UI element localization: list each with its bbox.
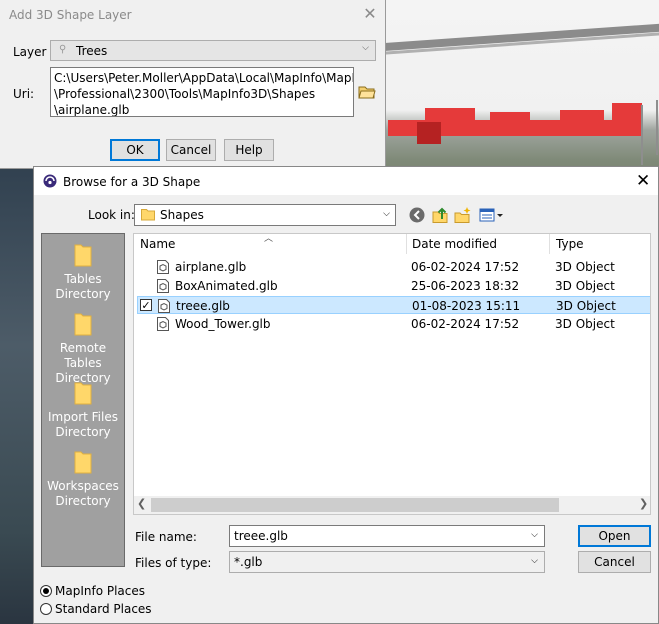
place-label: Tables: [64, 272, 102, 286]
chevron-down-icon: ⌵: [362, 43, 369, 53]
standard-places-label[interactable]: Standard Places: [55, 602, 152, 616]
look-in-value: Shapes: [160, 208, 204, 222]
close-icon[interactable]: ✕: [362, 6, 378, 22]
add-3d-shape-layer-dialog: Add 3D Shape Layer ✕ Layer ⚲ Trees ⌵ Uri…: [0, 0, 386, 169]
cancel-button[interactable]: Cancel: [578, 551, 651, 573]
scene-building: [560, 110, 604, 136]
scene-pole: [641, 105, 643, 165]
file-type-value: *.glb: [234, 555, 263, 569]
chevron-down-icon: ⌵: [531, 556, 538, 566]
file-name: BoxAnimated.glb: [175, 279, 278, 293]
back-icon[interactable]: [408, 206, 426, 224]
file-name-value: treee.glb: [234, 529, 288, 543]
place-label: Directory: [55, 494, 111, 508]
place-tables-directory[interactable]: Tables Directory: [42, 242, 124, 302]
scroll-right-icon[interactable]: ❯: [639, 497, 648, 510]
uri-label: Uri:: [13, 87, 35, 101]
place-import-files-directory[interactable]: Import Files Directory: [42, 380, 124, 440]
file-row-wood-tower[interactable]: Wood_Tower.glb 06-02-2024 17:52 3D Objec…: [137, 315, 650, 333]
file-type: 3D Object: [555, 260, 615, 274]
look-in-label: Look in:: [88, 208, 135, 222]
file-name-label: File name:: [135, 530, 197, 544]
chevron-down-icon: ⌵: [383, 209, 390, 219]
horizontal-scrollbar[interactable]: ❮ ❯: [134, 496, 650, 514]
place-label: Workspaces: [47, 479, 119, 493]
column-header-date[interactable]: Date modified: [412, 234, 497, 254]
folder-icon: [74, 244, 92, 267]
file-3d-icon: [157, 260, 169, 274]
column-divider[interactable]: [549, 234, 550, 254]
mapinfo-places-radio[interactable]: [40, 585, 52, 597]
cancel-button[interactable]: Cancel: [166, 139, 216, 161]
help-button[interactable]: Help: [224, 139, 274, 161]
folder-icon: [74, 451, 92, 474]
file-name: treee.glb: [176, 299, 230, 313]
folder-icon: [141, 209, 155, 221]
file-date: 25-06-2023 18:32: [411, 279, 520, 293]
file-row-treee[interactable]: ✓ treee.glb 01-08-2023 15:11 3D Object: [137, 296, 650, 314]
standard-places-radio[interactable]: [40, 603, 52, 615]
folder-icon: [74, 313, 92, 336]
close-icon[interactable]: ✕: [636, 173, 650, 190]
open-folder-icon[interactable]: [358, 83, 376, 101]
up-folder-icon[interactable]: [431, 206, 449, 224]
file-type: 3D Object: [555, 317, 615, 331]
file-name-input[interactable]: treee.glb ⌵: [229, 525, 545, 547]
file-3d-icon: [158, 299, 170, 313]
file-list[interactable]: ︿ Name Date modified Type airplane.glb 0…: [133, 233, 651, 515]
place-workspaces-directory[interactable]: Workspaces Directory: [42, 449, 124, 509]
place-remote-tables-directory[interactable]: Remote Tables Directory: [42, 311, 124, 386]
place-label: Directory: [55, 287, 111, 301]
row-checkbox[interactable]: ✓: [140, 299, 152, 311]
new-folder-icon[interactable]: [454, 206, 472, 224]
browse-3d-shape-dialog: Browse for a 3D Shape ✕ Look in: Shapes …: [33, 166, 659, 624]
chevron-down-icon[interactable]: ⌵: [531, 530, 538, 540]
layer-value: Trees: [76, 44, 108, 58]
file-date: 06-02-2024 17:52: [411, 260, 520, 274]
scroll-left-icon[interactable]: ❮: [137, 497, 146, 510]
file-type: 3D Object: [555, 279, 615, 293]
scrollbar-thumb[interactable]: [151, 498, 559, 512]
place-label: Import Files: [48, 410, 118, 424]
file-row-airplane[interactable]: airplane.glb 06-02-2024 17:52 3D Object: [137, 258, 650, 276]
file-date: 01-08-2023 15:11: [412, 299, 521, 313]
scene-pole: [656, 100, 658, 155]
file-3d-icon: [157, 317, 169, 331]
ok-button[interactable]: OK: [110, 139, 160, 161]
file-type: 3D Object: [556, 299, 616, 313]
file-date: 06-02-2024 17:52: [411, 317, 520, 331]
layer-label: Layer: [13, 45, 47, 59]
place-label: Remote Tables: [59, 341, 107, 370]
look-in-dropdown[interactable]: Shapes ⌵: [134, 204, 396, 226]
places-sidebar: Tables Directory Remote Tables Directory…: [41, 233, 125, 567]
scene-building: [612, 103, 642, 136]
file-type-label: Files of type:: [135, 556, 212, 570]
scene-building: [490, 112, 530, 136]
file-row-boxanimated[interactable]: BoxAnimated.glb 25-06-2023 18:32 3D Obje…: [137, 277, 650, 295]
column-header-name[interactable]: Name: [140, 234, 175, 254]
dialog-title: Add 3D Shape Layer: [9, 8, 132, 22]
app-icon: [43, 174, 57, 188]
open-button[interactable]: Open: [578, 525, 651, 547]
column-header-type[interactable]: Type: [556, 234, 584, 254]
folder-icon: [74, 382, 92, 405]
file-name: airplane.glb: [175, 260, 247, 274]
place-label: Directory: [55, 425, 111, 439]
dialog-title: Browse for a 3D Shape: [63, 175, 201, 189]
view-menu-icon[interactable]: [479, 206, 505, 224]
file-3d-icon: [157, 279, 169, 293]
uri-field[interactable]: C:\Users\Peter.Moller\AppData\Local\MapI…: [50, 67, 354, 117]
scene-building-highlight: [417, 122, 441, 144]
column-divider[interactable]: [406, 234, 407, 254]
file-type-dropdown[interactable]: *.glb ⌵: [229, 551, 545, 573]
file-name: Wood_Tower.glb: [175, 317, 271, 331]
layer-dropdown[interactable]: ⚲ Trees ⌵: [50, 40, 376, 61]
mapinfo-places-label[interactable]: MapInfo Places: [55, 584, 145, 598]
title-bar: Browse for a 3D Shape ✕: [34, 167, 658, 195]
sort-ascending-icon: ︿: [264, 234, 274, 244]
pin-icon: ⚲: [59, 44, 67, 55]
